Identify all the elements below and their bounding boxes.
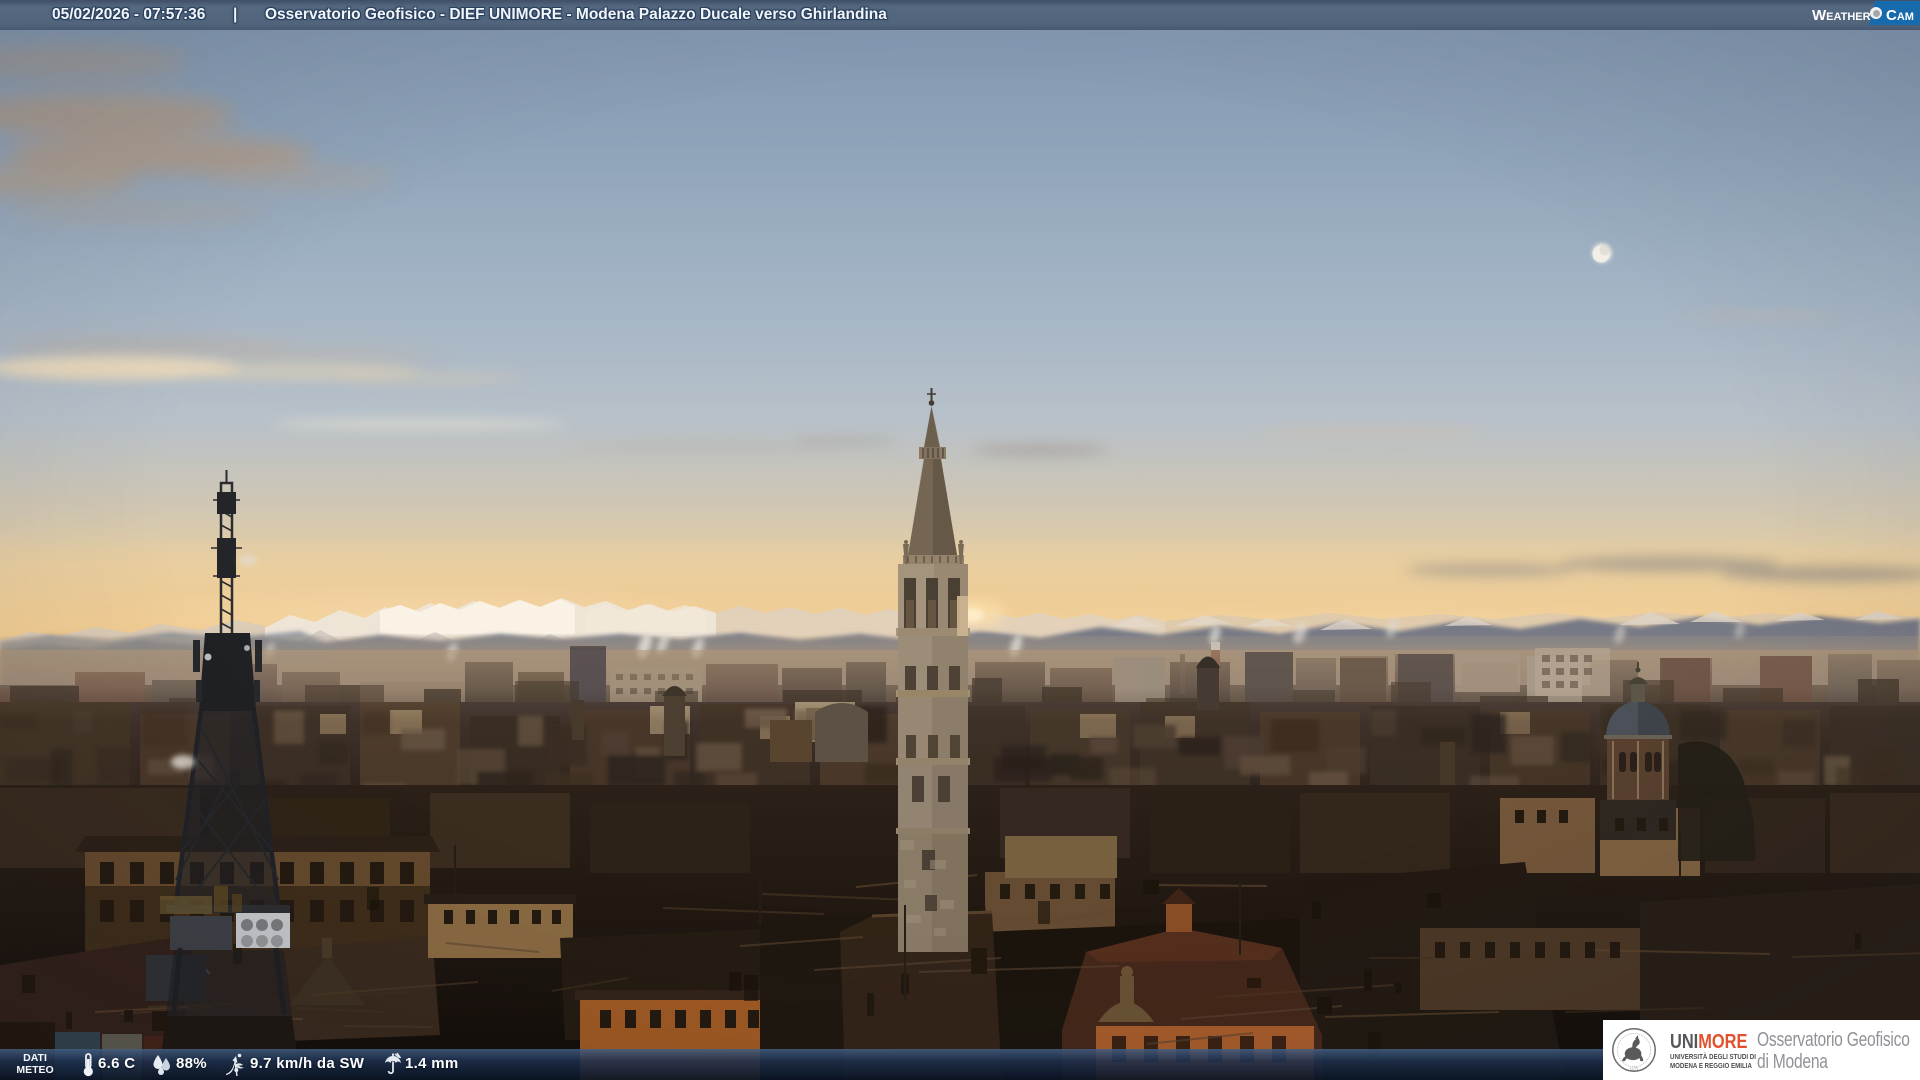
svg-text:1175: 1175 (1630, 1066, 1638, 1071)
